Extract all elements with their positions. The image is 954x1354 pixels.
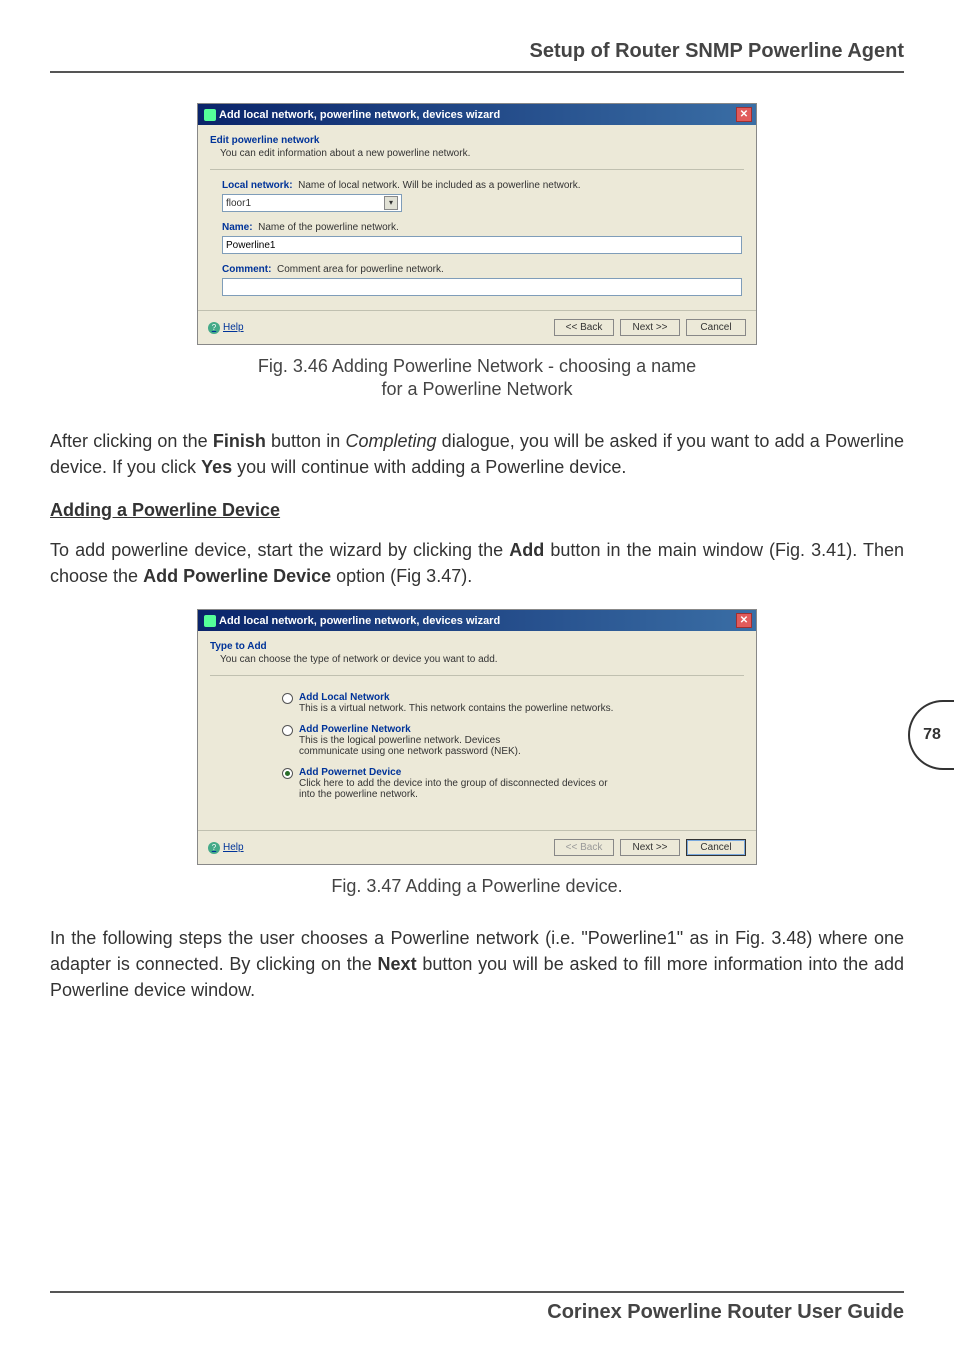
paragraph-2: To add powerline device, start the wizar… — [50, 537, 904, 589]
dialog2-section-sub: You can choose the type of network or de… — [210, 654, 744, 665]
paragraph-3: In the following steps the user chooses … — [50, 925, 904, 1003]
dialog1-section-title: Edit powerline network — [210, 135, 744, 146]
figure-caption-3-47: Fig. 3.47 Adding a Powerline device. — [50, 875, 904, 898]
radio-icon — [282, 725, 293, 736]
radio-icon — [282, 693, 293, 704]
next-button[interactable]: Next >> — [620, 839, 680, 856]
app-icon — [204, 109, 216, 121]
comment-label: Comment: Comment area for powerline netw… — [222, 264, 732, 275]
figure-caption-3-46: Fig. 3.46 Adding Powerline Network - cho… — [50, 355, 904, 402]
app-icon — [204, 615, 216, 627]
next-button[interactable]: Next >> — [620, 319, 680, 336]
chevron-down-icon[interactable]: ▾ — [384, 196, 398, 210]
radio-icon — [282, 768, 293, 779]
cancel-button[interactable]: Cancel — [686, 319, 746, 336]
dialog1-title: Add local network, powerline network, de… — [219, 109, 500, 121]
radio-add-local-network[interactable]: Add Local Network This is a virtual netw… — [282, 692, 732, 714]
name-input[interactable] — [222, 236, 742, 254]
dialog-type-to-add: Add local network, powerline network, de… — [197, 609, 757, 865]
dialog-edit-powerline: Add local network, powerline network, de… — [197, 103, 757, 345]
cancel-button[interactable]: Cancel — [686, 839, 746, 856]
back-button: << Back — [554, 839, 614, 856]
dialog2-title: Add local network, powerline network, de… — [219, 615, 500, 627]
footer-rule — [50, 1291, 904, 1293]
help-icon: ? — [208, 322, 220, 334]
radio-add-powerline-network[interactable]: Add Powerline Network This is the logica… — [282, 724, 732, 757]
subheading-adding-device: Adding a Powerline Device — [50, 500, 904, 521]
local-network-label: Local network: Name of local network. Wi… — [222, 180, 732, 191]
dialog1-section-sub: You can edit information about a new pow… — [210, 148, 744, 159]
back-button[interactable]: << Back — [554, 319, 614, 336]
help-icon: ? — [208, 842, 220, 854]
dialog1-titlebar: Add local network, powerline network, de… — [198, 104, 756, 125]
close-icon[interactable]: ✕ — [736, 613, 752, 628]
footer-text: Corinex Powerline Router User Guide — [50, 1301, 904, 1324]
comment-input[interactable] — [222, 278, 742, 296]
dialog2-titlebar: Add local network, powerline network, de… — [198, 610, 756, 631]
dialog2-section-title: Type to Add — [210, 641, 744, 652]
local-network-select[interactable]: floor1 ▾ — [222, 194, 402, 212]
paragraph-1: After clicking on the Finish button in C… — [50, 428, 904, 480]
help-link[interactable]: ? Help — [208, 842, 244, 854]
page-header: Setup of Router SNMP Powerline Agent — [50, 40, 904, 73]
radio-add-powernet-device[interactable]: Add Powernet Device Click here to add th… — [282, 767, 732, 800]
close-icon[interactable]: ✕ — [736, 107, 752, 122]
name-label: Name: Name of the powerline network. — [222, 222, 732, 233]
help-link[interactable]: ? Help — [208, 322, 244, 334]
